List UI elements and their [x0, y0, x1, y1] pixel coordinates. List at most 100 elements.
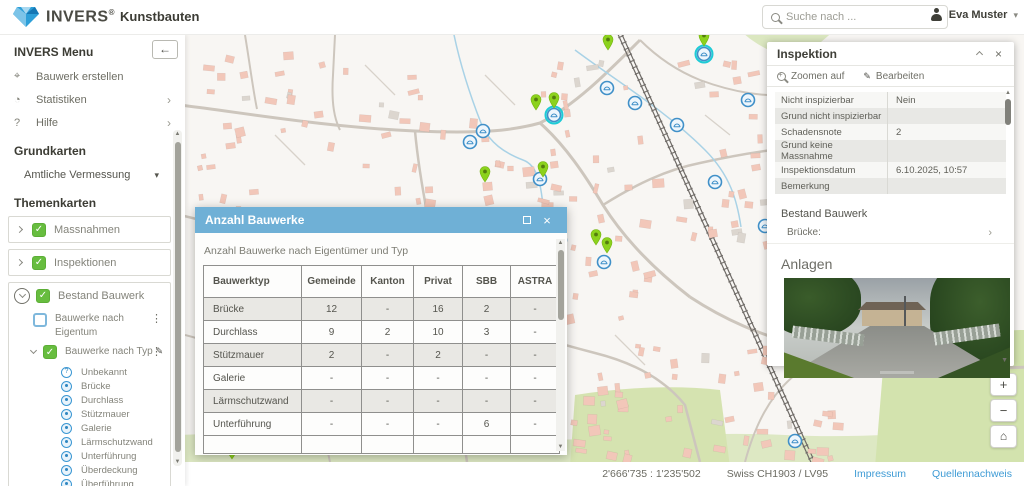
bridge-marker-blue[interactable]	[596, 254, 612, 270]
zoom-to-icon	[777, 70, 786, 81]
chevron-down-icon: ▾	[154, 169, 159, 180]
scroll-down-icon[interactable]: ▼	[556, 444, 565, 450]
menu-item-label: Bauwerk erstellen	[36, 70, 124, 83]
sublayer-row-eigentum[interactable]: Bauwerke nach Eigentum ⋮	[9, 308, 170, 341]
table-cell	[510, 435, 560, 454]
chevron-down-icon	[29, 346, 38, 355]
close-panel-button[interactable]: ×	[993, 47, 1004, 61]
table-cell: Unterführung	[203, 412, 302, 436]
scrollbar-thumb[interactable]	[557, 250, 564, 320]
field-label: Grund nicht inspizierbar	[781, 110, 882, 122]
table-header-row: Bauwerktyp Gemeinde Kanton Privat SBB ASTRA	[203, 265, 560, 298]
home-extent-button[interactable]: ⌂	[990, 425, 1017, 448]
brand-name: INVERS®	[46, 7, 115, 26]
themenkarten-title: Themenkarten	[14, 196, 97, 210]
bridge-marker-blue[interactable]	[787, 433, 803, 449]
basemap-select[interactable]: Amtliche Vermessung ▾	[0, 164, 185, 186]
menu-item-bauwerk-erstellen[interactable]: ⌖ Bauwerk erstellen	[0, 65, 185, 88]
search-input[interactable]	[786, 11, 926, 23]
table-cell: Galerie	[203, 366, 302, 390]
scroll-up-icon[interactable]: ▲	[173, 131, 182, 137]
sublayer-options-icon[interactable]: ⋮	[151, 345, 162, 358]
layer-checkbox[interactable]: ✓	[32, 222, 46, 237]
table-cell: 2	[301, 343, 362, 367]
bruecke-link[interactable]: Brücke: ›	[767, 222, 1014, 244]
sublayer-options-icon[interactable]: ⋮	[151, 312, 162, 325]
collapse-panel-button[interactable]	[967, 50, 993, 59]
search-box	[762, 5, 948, 29]
sublayer-checkbox[interactable]: ✓	[43, 345, 57, 359]
scroll-up-icon[interactable]: ▲	[1004, 90, 1012, 96]
legend-item-unterf-hrung: Unterführung	[9, 449, 170, 463]
bridge-marker-blue[interactable]	[475, 123, 491, 139]
field-row-nicht-inspizierbar: Nicht inspizierbar Nein	[775, 92, 1006, 108]
table-cell: 2	[462, 297, 511, 321]
edit-button[interactable]: ✎ Bearbeiten	[860, 71, 924, 82]
link-quellennachweis[interactable]: Quellennachweis	[932, 468, 1012, 480]
page-title: Kunstbauten	[120, 9, 200, 24]
panel-scrollbar[interactable]: ▲	[1004, 90, 1012, 184]
user-menu[interactable]: Eva Muster ▾	[931, 8, 1018, 22]
table-cell: -	[462, 366, 511, 390]
bridge-marker-blue[interactable]	[707, 174, 723, 190]
basemap-selected-value: Amtliche Vermessung	[24, 169, 131, 181]
legend-item-berdeckung: Überdeckung	[9, 463, 170, 477]
culvert-type-icon	[61, 394, 72, 406]
dialog-titlebar[interactable]: Anzahl Bauwerke ×	[195, 207, 567, 233]
zoom-to-button[interactable]: Zoomen auf	[777, 70, 844, 82]
layer-row-bestand-bauwerk[interactable]: ✓ Bestand Bauwerk	[9, 283, 170, 308]
link-impressum[interactable]: Impressum	[854, 468, 906, 480]
scroll-down-icon[interactable]: ▼	[173, 459, 182, 465]
bridge-marker-blue[interactable]	[546, 107, 562, 123]
scrollbar-thumb[interactable]	[174, 142, 181, 452]
table-cell: 16	[413, 297, 463, 321]
type-legend: ? Unbekannt Brücke Durchlass Stützmauer Galer…	[9, 361, 170, 486]
panel-title: Inspektion	[777, 46, 838, 61]
scrollbar-thumb[interactable]	[1005, 99, 1011, 125]
legend-label: Überführung	[81, 478, 134, 486]
attachment-photo[interactable]	[784, 278, 1010, 378]
sublayer-row-typ[interactable]: ✓ Bauwerke nach Typ ✎ ⋮	[9, 341, 170, 361]
collapse-menu-button[interactable]: ←	[152, 40, 178, 59]
search-icon	[771, 12, 780, 22]
column-header: Kanton	[361, 265, 414, 298]
legend-item-st-tzmauer: Stützmauer	[9, 407, 170, 421]
bridge-type-icon	[61, 380, 72, 392]
scroll-up-icon[interactable]: ▲	[556, 240, 565, 246]
menu-item-label: Statistiken	[36, 93, 87, 106]
layer-card-bestand-bauwerk: ✓ Bestand Bauwerk Bauwerke nach Eigentum…	[8, 282, 171, 486]
bridge-marker-blue[interactable]	[627, 95, 643, 111]
menu-item-statistiken[interactable]: ◔ Statistiken ›	[0, 88, 185, 111]
legend-label: Unbekannt	[81, 366, 127, 378]
panel-scroll-down-icon[interactable]: ▼	[1001, 357, 1008, 364]
table-cell	[361, 435, 414, 454]
link-label: Brücke:	[787, 227, 821, 238]
user-avatar-icon	[931, 8, 943, 22]
sidebar-scrollbar[interactable]: ▲ ▼	[173, 130, 182, 466]
menu-item-hilfe[interactable]: ? Hilfe ›	[0, 111, 185, 134]
bridge-marker-blue[interactable]	[462, 134, 478, 150]
dialog-subtitle: Anzahl Bauwerke nach Eigentümer und Typ	[204, 245, 409, 257]
field-label: Grund keine Massnahme	[781, 140, 833, 162]
bridge-marker-blue[interactable]	[696, 46, 712, 62]
layer-row-inspektionen[interactable]: ✓ Inspektionen	[9, 250, 170, 275]
layer-row-massnahmen[interactable]: ✓ Massnahmen	[9, 217, 170, 242]
bridge-marker-blue[interactable]	[740, 92, 756, 108]
table-cell: -	[510, 297, 560, 321]
bridge-marker-blue[interactable]	[669, 117, 685, 133]
bridge-marker-blue[interactable]	[599, 80, 615, 96]
close-button[interactable]: ×	[537, 213, 557, 228]
help-icon: ?	[14, 116, 21, 129]
maximize-button[interactable]	[517, 211, 537, 229]
sublayer-checkbox[interactable]	[33, 313, 47, 327]
dialog-scrollbar[interactable]: ▲ ▼	[556, 239, 565, 451]
collapse-layer-button[interactable]	[14, 287, 30, 304]
invers-gem-icon	[13, 7, 39, 27]
zoom-out-button[interactable]: −	[990, 399, 1017, 422]
layer-checkbox[interactable]: ✓	[32, 255, 46, 270]
legend-label: Durchlass	[81, 394, 124, 406]
layer-checkbox[interactable]: ✓	[36, 288, 50, 303]
bestand-bauwerk-section: Bestand Bauwerk Brücke: ›	[767, 208, 1014, 244]
table-cell: 10	[413, 320, 463, 344]
chevron-right-icon: ›	[167, 115, 171, 130]
